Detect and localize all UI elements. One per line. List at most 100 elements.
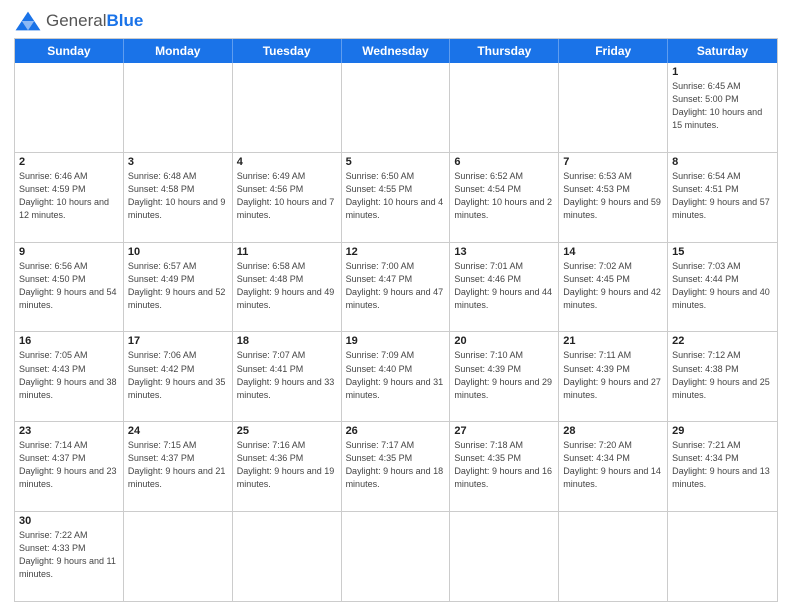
day-cell-9: 9 Sunrise: 6:56 AM Sunset: 4:50 PM Daylig… xyxy=(15,243,124,332)
day-cell-empty xyxy=(668,512,777,601)
day-number: 29 xyxy=(672,425,773,437)
day-cell-2: 2 Sunrise: 6:46 AM Sunset: 4:59 PM Daylig… xyxy=(15,153,124,242)
day-cell-empty xyxy=(124,512,233,601)
day-info: Sunrise: 7:17 AM Sunset: 4:35 PM Dayligh… xyxy=(346,439,446,491)
day-cell-24: 24 Sunrise: 7:15 AM Sunset: 4:37 PM Dayli… xyxy=(124,422,233,511)
day-cell-4: 4 Sunrise: 6:49 AM Sunset: 4:56 PM Daylig… xyxy=(233,153,342,242)
day-info: Sunrise: 7:15 AM Sunset: 4:37 PM Dayligh… xyxy=(128,439,228,491)
day-info: Sunrise: 7:14 AM Sunset: 4:37 PM Dayligh… xyxy=(19,439,119,491)
day-number: 7 xyxy=(563,156,663,168)
header-day-monday: Monday xyxy=(124,39,233,63)
calendar-week-3: 9 Sunrise: 6:56 AM Sunset: 4:50 PM Daylig… xyxy=(15,243,777,333)
day-info: Sunrise: 6:54 AM Sunset: 4:51 PM Dayligh… xyxy=(672,170,773,222)
day-info: Sunrise: 6:48 AM Sunset: 4:58 PM Dayligh… xyxy=(128,170,228,222)
day-number: 22 xyxy=(672,335,773,347)
day-info: Sunrise: 6:58 AM Sunset: 4:48 PM Dayligh… xyxy=(237,260,337,312)
day-cell-20: 20 Sunrise: 7:10 AM Sunset: 4:39 PM Dayli… xyxy=(450,332,559,421)
day-cell-6: 6 Sunrise: 6:52 AM Sunset: 4:54 PM Daylig… xyxy=(450,153,559,242)
day-cell-14: 14 Sunrise: 7:02 AM Sunset: 4:45 PM Dayli… xyxy=(559,243,668,332)
day-number: 12 xyxy=(346,246,446,258)
day-info: Sunrise: 7:03 AM Sunset: 4:44 PM Dayligh… xyxy=(672,260,773,312)
calendar-week-4: 16 Sunrise: 7:05 AM Sunset: 4:43 PM Dayli… xyxy=(15,332,777,422)
header-day-sunday: Sunday xyxy=(15,39,124,63)
day-cell-3: 3 Sunrise: 6:48 AM Sunset: 4:58 PM Daylig… xyxy=(124,153,233,242)
day-cell-21: 21Sunrise: 7:11 AM Sunset: 4:39 PM Dayli… xyxy=(559,332,668,421)
day-number: 4 xyxy=(237,156,337,168)
logo-icon xyxy=(14,10,42,32)
header: GeneralBlue xyxy=(14,10,778,32)
calendar-body: 1 Sunrise: 6:45 AM Sunset: 5:00 PM Daylig… xyxy=(15,63,777,601)
day-info: Sunrise: 7:20 AM Sunset: 4:34 PM Dayligh… xyxy=(563,439,663,491)
calendar-week-5: 23 Sunrise: 7:14 AM Sunset: 4:37 PM Dayli… xyxy=(15,422,777,512)
day-cell-empty xyxy=(559,512,668,601)
day-info: Sunrise: 7:09 AM Sunset: 4:40 PM Dayligh… xyxy=(346,349,446,401)
day-cell-30: 30Sunrise: 7:22 AM Sunset: 4:33 PM Dayli… xyxy=(15,512,124,601)
day-info: Sunrise: 7:12 AM Sunset: 4:38 PM Dayligh… xyxy=(672,349,773,401)
day-cell-empty xyxy=(559,63,668,152)
day-cell-25: 25 Sunrise: 7:16 AM Sunset: 4:36 PM Dayli… xyxy=(233,422,342,511)
day-cell-26: 26 Sunrise: 7:17 AM Sunset: 4:35 PM Dayli… xyxy=(342,422,451,511)
day-cell-15: 15 Sunrise: 7:03 AM Sunset: 4:44 PM Dayli… xyxy=(668,243,777,332)
day-number: 25 xyxy=(237,425,337,437)
day-info: Sunrise: 6:49 AM Sunset: 4:56 PM Dayligh… xyxy=(237,170,337,222)
day-number: 19 xyxy=(346,335,446,347)
day-info: Sunrise: 7:18 AM Sunset: 4:35 PM Dayligh… xyxy=(454,439,554,491)
day-cell-19: 19 Sunrise: 7:09 AM Sunset: 4:40 PM Dayli… xyxy=(342,332,451,421)
day-info: Sunrise: 6:45 AM Sunset: 5:00 PM Dayligh… xyxy=(672,80,773,132)
day-info: Sunrise: 6:46 AM Sunset: 4:59 PM Dayligh… xyxy=(19,170,119,222)
day-number: 28 xyxy=(563,425,663,437)
calendar-week-1: 1 Sunrise: 6:45 AM Sunset: 5:00 PM Daylig… xyxy=(15,63,777,153)
header-day-friday: Friday xyxy=(559,39,668,63)
day-number: 13 xyxy=(454,246,554,258)
day-info: Sunrise: 7:00 AM Sunset: 4:47 PM Dayligh… xyxy=(346,260,446,312)
day-cell-11: 11Sunrise: 6:58 AM Sunset: 4:48 PM Dayli… xyxy=(233,243,342,332)
calendar-week-2: 2 Sunrise: 6:46 AM Sunset: 4:59 PM Daylig… xyxy=(15,153,777,243)
day-cell-5: 5Sunrise: 6:50 AM Sunset: 4:55 PM Daylig… xyxy=(342,153,451,242)
day-number: 21 xyxy=(563,335,663,347)
day-number: 10 xyxy=(128,246,228,258)
day-number: 2 xyxy=(19,156,119,168)
day-info: Sunrise: 6:52 AM Sunset: 4:54 PM Dayligh… xyxy=(454,170,554,222)
day-number: 3 xyxy=(128,156,228,168)
day-number: 16 xyxy=(19,335,119,347)
day-cell-empty xyxy=(124,63,233,152)
day-info: Sunrise: 7:22 AM Sunset: 4:33 PM Dayligh… xyxy=(19,529,119,581)
day-cell-empty xyxy=(450,512,559,601)
day-info: Sunrise: 7:10 AM Sunset: 4:39 PM Dayligh… xyxy=(454,349,554,401)
day-cell-22: 22 Sunrise: 7:12 AM Sunset: 4:38 PM Dayli… xyxy=(668,332,777,421)
day-number: 20 xyxy=(454,335,554,347)
day-cell-27: 27Sunrise: 7:18 AM Sunset: 4:35 PM Dayli… xyxy=(450,422,559,511)
logo-text: GeneralBlue xyxy=(46,11,143,31)
header-day-thursday: Thursday xyxy=(450,39,559,63)
day-cell-13: 13Sunrise: 7:01 AM Sunset: 4:46 PM Dayli… xyxy=(450,243,559,332)
day-number: 15 xyxy=(672,246,773,258)
day-cell-7: 7Sunrise: 6:53 AM Sunset: 4:53 PM Daylig… xyxy=(559,153,668,242)
day-cell-18: 18 Sunrise: 7:07 AM Sunset: 4:41 PM Dayli… xyxy=(233,332,342,421)
day-number: 18 xyxy=(237,335,337,347)
day-number: 17 xyxy=(128,335,228,347)
day-number: 24 xyxy=(128,425,228,437)
day-cell-empty xyxy=(15,63,124,152)
day-number: 26 xyxy=(346,425,446,437)
day-number: 9 xyxy=(19,246,119,258)
day-number: 14 xyxy=(563,246,663,258)
day-info: Sunrise: 7:05 AM Sunset: 4:43 PM Dayligh… xyxy=(19,349,119,401)
day-cell-empty xyxy=(342,512,451,601)
day-info: Sunrise: 6:56 AM Sunset: 4:50 PM Dayligh… xyxy=(19,260,119,312)
day-info: Sunrise: 7:02 AM Sunset: 4:45 PM Dayligh… xyxy=(563,260,663,312)
day-number: 23 xyxy=(19,425,119,437)
day-info: Sunrise: 7:16 AM Sunset: 4:36 PM Dayligh… xyxy=(237,439,337,491)
day-info: Sunrise: 7:07 AM Sunset: 4:41 PM Dayligh… xyxy=(237,349,337,401)
calendar-week-6: 30Sunrise: 7:22 AM Sunset: 4:33 PM Dayli… xyxy=(15,512,777,601)
day-cell-10: 10 Sunrise: 6:57 AM Sunset: 4:49 PM Dayli… xyxy=(124,243,233,332)
day-number: 8 xyxy=(672,156,773,168)
day-number: 6 xyxy=(454,156,554,168)
day-info: Sunrise: 6:57 AM Sunset: 4:49 PM Dayligh… xyxy=(128,260,228,312)
day-info: Sunrise: 6:50 AM Sunset: 4:55 PM Dayligh… xyxy=(346,170,446,222)
day-cell-16: 16 Sunrise: 7:05 AM Sunset: 4:43 PM Dayli… xyxy=(15,332,124,421)
day-cell-empty xyxy=(342,63,451,152)
day-cell-17: 17Sunrise: 7:06 AM Sunset: 4:42 PM Dayli… xyxy=(124,332,233,421)
day-cell-empty xyxy=(450,63,559,152)
header-day-saturday: Saturday xyxy=(668,39,777,63)
day-number: 1 xyxy=(672,66,773,78)
